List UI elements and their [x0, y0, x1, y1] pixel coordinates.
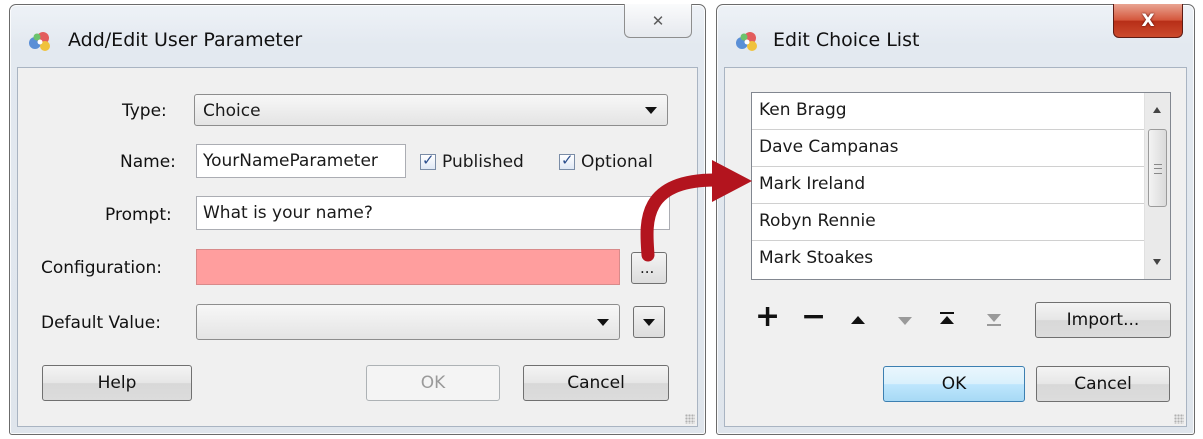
resize-grip[interactable] [685, 414, 695, 424]
close-icon: ✕ [651, 11, 665, 30]
close-button[interactable]: X [1113, 4, 1183, 38]
configuration-input[interactable] [196, 249, 620, 285]
fme-app-icon [29, 32, 50, 51]
published-label: Published [442, 152, 524, 172]
move-down-icon[interactable] [898, 317, 912, 325]
title-bar: Add/Edit User Parameter ✕ [10, 4, 705, 67]
window-title: Edit Choice List [773, 29, 920, 51]
prompt-input[interactable]: What is your name? [196, 196, 670, 230]
prompt-label: Prompt: [105, 205, 172, 225]
cancel-button[interactable]: Cancel [1036, 366, 1170, 402]
scroll-up-icon[interactable] [1153, 107, 1161, 113]
cancel-button[interactable]: Cancel [523, 365, 669, 401]
title-bar: Edit Choice List X [717, 4, 1194, 67]
list-item[interactable]: Mark Stoakes [752, 241, 1146, 278]
published-checkbox[interactable] [420, 151, 436, 170]
configuration-label: Configuration: [41, 258, 163, 278]
help-button[interactable]: Help [42, 365, 192, 401]
ok-button[interactable]: OK [883, 366, 1025, 402]
list-scrollbar[interactable] [1144, 93, 1170, 279]
name-input[interactable]: YourNameParameter [196, 144, 406, 178]
list-item[interactable]: Robyn Rennie [752, 204, 1146, 241]
add-item-icon[interactable]: + [755, 302, 780, 332]
resize-grip[interactable] [1174, 414, 1184, 424]
close-icon: X [1141, 10, 1155, 31]
configuration-browse-button[interactable]: ... [631, 252, 667, 284]
move-to-top-icon[interactable] [940, 312, 954, 326]
add-edit-user-parameter-dialog: Add/Edit User Parameter ✕ Type: Choice N… [9, 4, 706, 435]
dialog-body: Ken Bragg Dave Campanas Mark Ireland Rob… [724, 67, 1187, 427]
scroll-thumb[interactable] [1148, 129, 1167, 207]
type-value: Choice [203, 101, 261, 121]
default-value-dropdown[interactable] [196, 304, 620, 340]
type-dropdown[interactable]: Choice [194, 94, 668, 126]
chevron-down-icon [645, 107, 657, 114]
dialog-body: Type: Choice Name: YourNameParameter Pub… [17, 67, 698, 427]
choice-list[interactable]: Ken Bragg Dave Campanas Mark Ireland Rob… [751, 92, 1171, 280]
move-up-icon[interactable] [851, 316, 865, 324]
list-item[interactable]: Mark Ireland [752, 167, 1146, 204]
list-item[interactable]: Dave Campanas [752, 130, 1146, 167]
move-to-bottom-icon[interactable] [987, 314, 1001, 328]
optional-label: Optional [581, 152, 653, 172]
chevron-down-icon [597, 319, 609, 326]
fme-app-icon [736, 32, 757, 51]
name-label: Name: [120, 152, 176, 172]
edit-choice-list-dialog: Edit Choice List X Ken Bragg Dave Campan… [716, 4, 1195, 435]
close-button[interactable]: ✕ [624, 4, 692, 38]
import-button[interactable]: Import... [1035, 302, 1171, 338]
default-value-label: Default Value: [41, 313, 161, 333]
scroll-down-icon[interactable] [1153, 259, 1161, 265]
window-title: Add/Edit User Parameter [68, 29, 303, 51]
ellipsis-icon: ... [640, 259, 655, 277]
remove-item-icon[interactable]: − [801, 302, 826, 332]
default-value-options-button[interactable] [633, 306, 665, 338]
optional-checkbox[interactable] [559, 151, 575, 170]
chevron-down-icon [643, 319, 655, 326]
list-item[interactable]: Ken Bragg [752, 93, 1146, 130]
ok-button[interactable]: OK [366, 365, 500, 401]
type-label: Type: [122, 101, 167, 121]
